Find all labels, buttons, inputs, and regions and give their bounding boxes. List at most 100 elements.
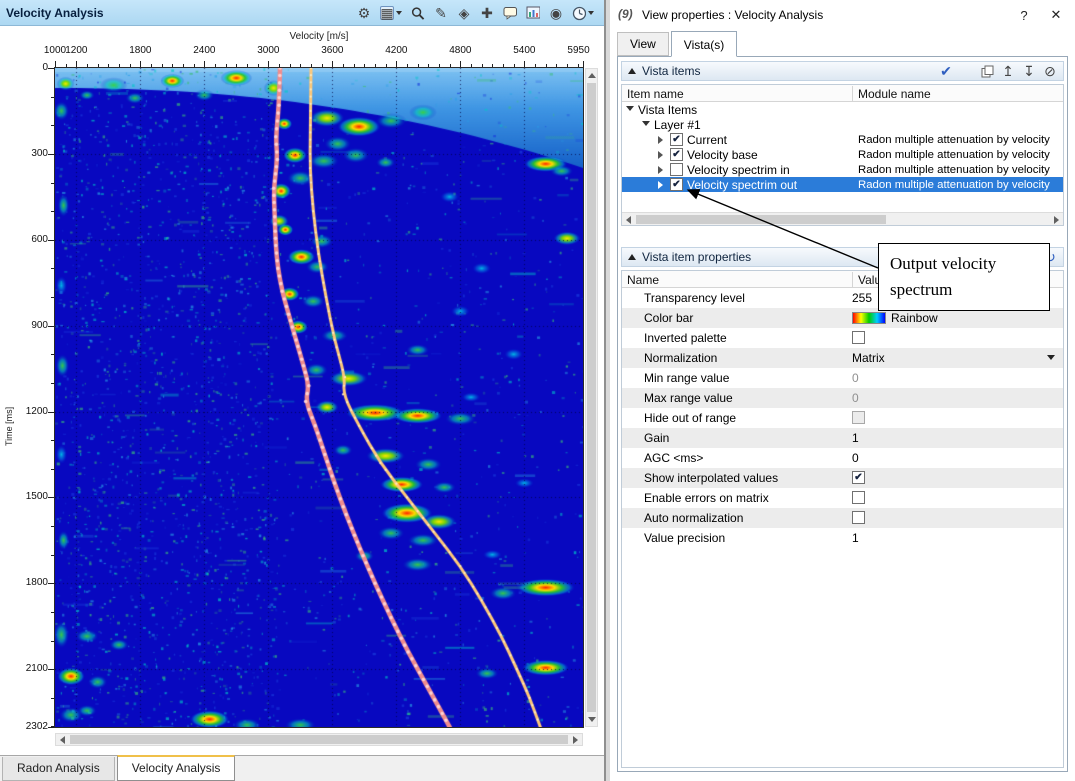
vertical-scroll-thumb[interactable] [587, 83, 596, 712]
annotation-callout: Output velocity spectrum [878, 243, 1050, 311]
property-checkbox[interactable] [852, 411, 865, 424]
tree-row-layer-1[interactable]: Layer #1 [622, 117, 1063, 132]
scroll-right-button[interactable] [569, 734, 582, 745]
hide-items-icon[interactable]: ⊘ [1043, 64, 1057, 78]
check-all-icon[interactable]: ✔ [939, 64, 953, 78]
property-row-normalization[interactable]: NormalizationMatrix [622, 348, 1063, 368]
vista-items-header-label: Vista items [642, 64, 700, 78]
visibility-checkbox[interactable]: ✔ [670, 133, 683, 146]
property-value: 0 [852, 371, 859, 385]
property-row-agc-ms[interactable]: AGC <ms> 0 [622, 448, 1063, 468]
property-checkbox[interactable] [852, 491, 865, 504]
comment-icon[interactable] [503, 6, 517, 20]
help-button[interactable]: ? [1011, 4, 1037, 26]
property-row-inverted-palette[interactable]: Inverted palette [622, 328, 1063, 348]
property-row-enable-errors-on-matrix[interactable]: Enable errors on matrix [622, 488, 1063, 508]
pick-tool-icon[interactable]: ✎ [434, 6, 448, 20]
property-row-color-bar[interactable]: Color barRainbow [622, 308, 1063, 328]
property-checkbox[interactable] [852, 331, 865, 344]
expander-closed-icon[interactable] [658, 151, 663, 159]
visibility-checkbox[interactable] [670, 163, 683, 176]
velocity-tick-label: 1800 [129, 45, 151, 56]
property-row-show-interpolated-values[interactable]: Show interpolated values✔ [622, 468, 1063, 488]
close-button[interactable]: ✕ [1043, 4, 1069, 26]
tab-radon-analysis[interactable]: Radon Analysis [2, 757, 115, 781]
velocity-tick-label: 1200 [65, 45, 87, 56]
tree-item-module: Radon multiple attenuation by velocity [858, 149, 1050, 161]
colorbar-preview[interactable] [852, 312, 886, 324]
property-value: 0 [852, 451, 859, 465]
pick-tool-icon-group: ✎ [434, 6, 448, 20]
property-row-gain[interactable]: Gain1 [622, 428, 1063, 448]
tree-scroll-left-button[interactable] [622, 214, 635, 225]
scroll-right-icon [1054, 216, 1059, 224]
scroll-left-button[interactable] [56, 734, 69, 745]
expander-closed-icon[interactable] [658, 136, 663, 144]
velocity-spectrum-canvas[interactable] [55, 68, 583, 727]
dropdown-caret-icon[interactable] [588, 11, 594, 15]
property-value: 0 [852, 391, 859, 405]
scroll-up-button[interactable] [586, 69, 597, 82]
zoom-icon[interactable] [411, 6, 425, 20]
dropdown-caret-icon[interactable] [396, 11, 402, 15]
velocity-spectrum-plot: Velocity [m/s] Time [ms] 100012001800240… [0, 26, 604, 755]
collapse-triangle-icon [628, 254, 636, 260]
dialog-title: View properties : Velocity Analysis [642, 8, 823, 22]
target-icon[interactable]: ◉ [549, 6, 563, 20]
property-checkbox[interactable] [852, 511, 865, 524]
panel-titlebar: Velocity Analysis ⚙▦✎◈✚◉ [0, 0, 604, 26]
annotation-text: Output velocity spectrum [890, 254, 996, 299]
property-row-auto-normalization[interactable]: Auto normalization [622, 508, 1063, 528]
expander-open-icon[interactable] [642, 121, 650, 126]
tree-row-velocity-base[interactable]: ✔ Velocity base Radon multiple attenuation… [622, 147, 1063, 162]
vista-items-section-header[interactable]: Vista items ✔ ↥ ↧ ⊘ [621, 61, 1064, 81]
column-divider[interactable] [852, 86, 853, 101]
add-pick-icon[interactable]: ✚ [480, 6, 494, 20]
scroll-down-icon [588, 717, 596, 722]
tree-item-module: Radon multiple attenuation by velocity [858, 164, 1050, 176]
tree-row-current[interactable]: ✔CurrentRadon multiple attenuation by ve… [622, 132, 1063, 147]
image-export-icon[interactable] [526, 6, 540, 20]
tab-view[interactable]: View [617, 32, 669, 56]
expander-open-icon[interactable] [626, 106, 634, 111]
property-row-hide-out-of-range[interactable]: Hide out of range [622, 408, 1063, 428]
visibility-checkbox[interactable]: ✔ [670, 178, 683, 191]
property-row-value-precision[interactable]: Value precision1 [622, 528, 1063, 548]
column-divider[interactable] [852, 272, 853, 287]
property-row-min-range-value[interactable]: Min range value 0 [622, 368, 1063, 388]
velocity-tick-label: 5400 [513, 45, 535, 56]
property-checkbox[interactable]: ✔ [852, 471, 865, 484]
display-mode-icon[interactable]: ▦ [380, 6, 394, 20]
property-row-max-range-value[interactable]: Max range value0 [622, 388, 1063, 408]
plot-horizontal-scrollbar[interactable] [55, 733, 583, 746]
image-export-icon-group [526, 6, 540, 20]
tree-scroll-right-button[interactable] [1050, 214, 1063, 225]
copy-items-icon[interactable] [980, 64, 994, 78]
tree-row-velocity-spectrim-out[interactable]: ✔Velocity spectrim outRadon multiple att… [622, 177, 1063, 192]
tree-scroll-thumb[interactable] [636, 215, 886, 224]
visibility-checkbox[interactable]: ✔ [670, 148, 683, 161]
expander-closed-icon[interactable] [658, 181, 663, 189]
expander-closed-icon[interactable] [658, 166, 663, 174]
horizontal-scroll-thumb[interactable] [70, 735, 568, 744]
move-top-icon[interactable]: ↥ [1001, 64, 1015, 78]
settings-gear-icon[interactable]: ⚙ [357, 6, 371, 20]
dropdown-caret-icon[interactable] [1047, 355, 1055, 360]
tree-horizontal-scrollbar[interactable] [622, 212, 1063, 225]
tree-row-vista-items[interactable]: Vista Items [622, 102, 1063, 117]
move-bottom-icon[interactable]: ↧ [1022, 64, 1036, 78]
time-tool-icon[interactable] [572, 6, 586, 20]
plot-vertical-scrollbar[interactable] [585, 68, 598, 727]
property-name: Hide out of range [644, 411, 736, 425]
layers-icon[interactable]: ◈ [457, 6, 471, 20]
scroll-down-button[interactable] [586, 713, 597, 726]
tab-vistas[interactable]: Vista(s) [671, 31, 737, 57]
vista-item-properties-table: Name Value Transparency level255Color ba… [621, 270, 1064, 768]
tree-row-velocity-spectrim-in[interactable]: Velocity spectrim inRadon multiple atten… [622, 162, 1063, 177]
tab-velocity-analysis[interactable]: Velocity Analysis [117, 755, 236, 781]
velocity-tick-label: 3600 [321, 45, 343, 56]
property-name: AGC <ms> [644, 451, 703, 465]
tree-item-label: Velocity base [687, 148, 758, 162]
property-name: Min range value [644, 371, 729, 385]
time-tick-label: 600 [14, 234, 48, 245]
